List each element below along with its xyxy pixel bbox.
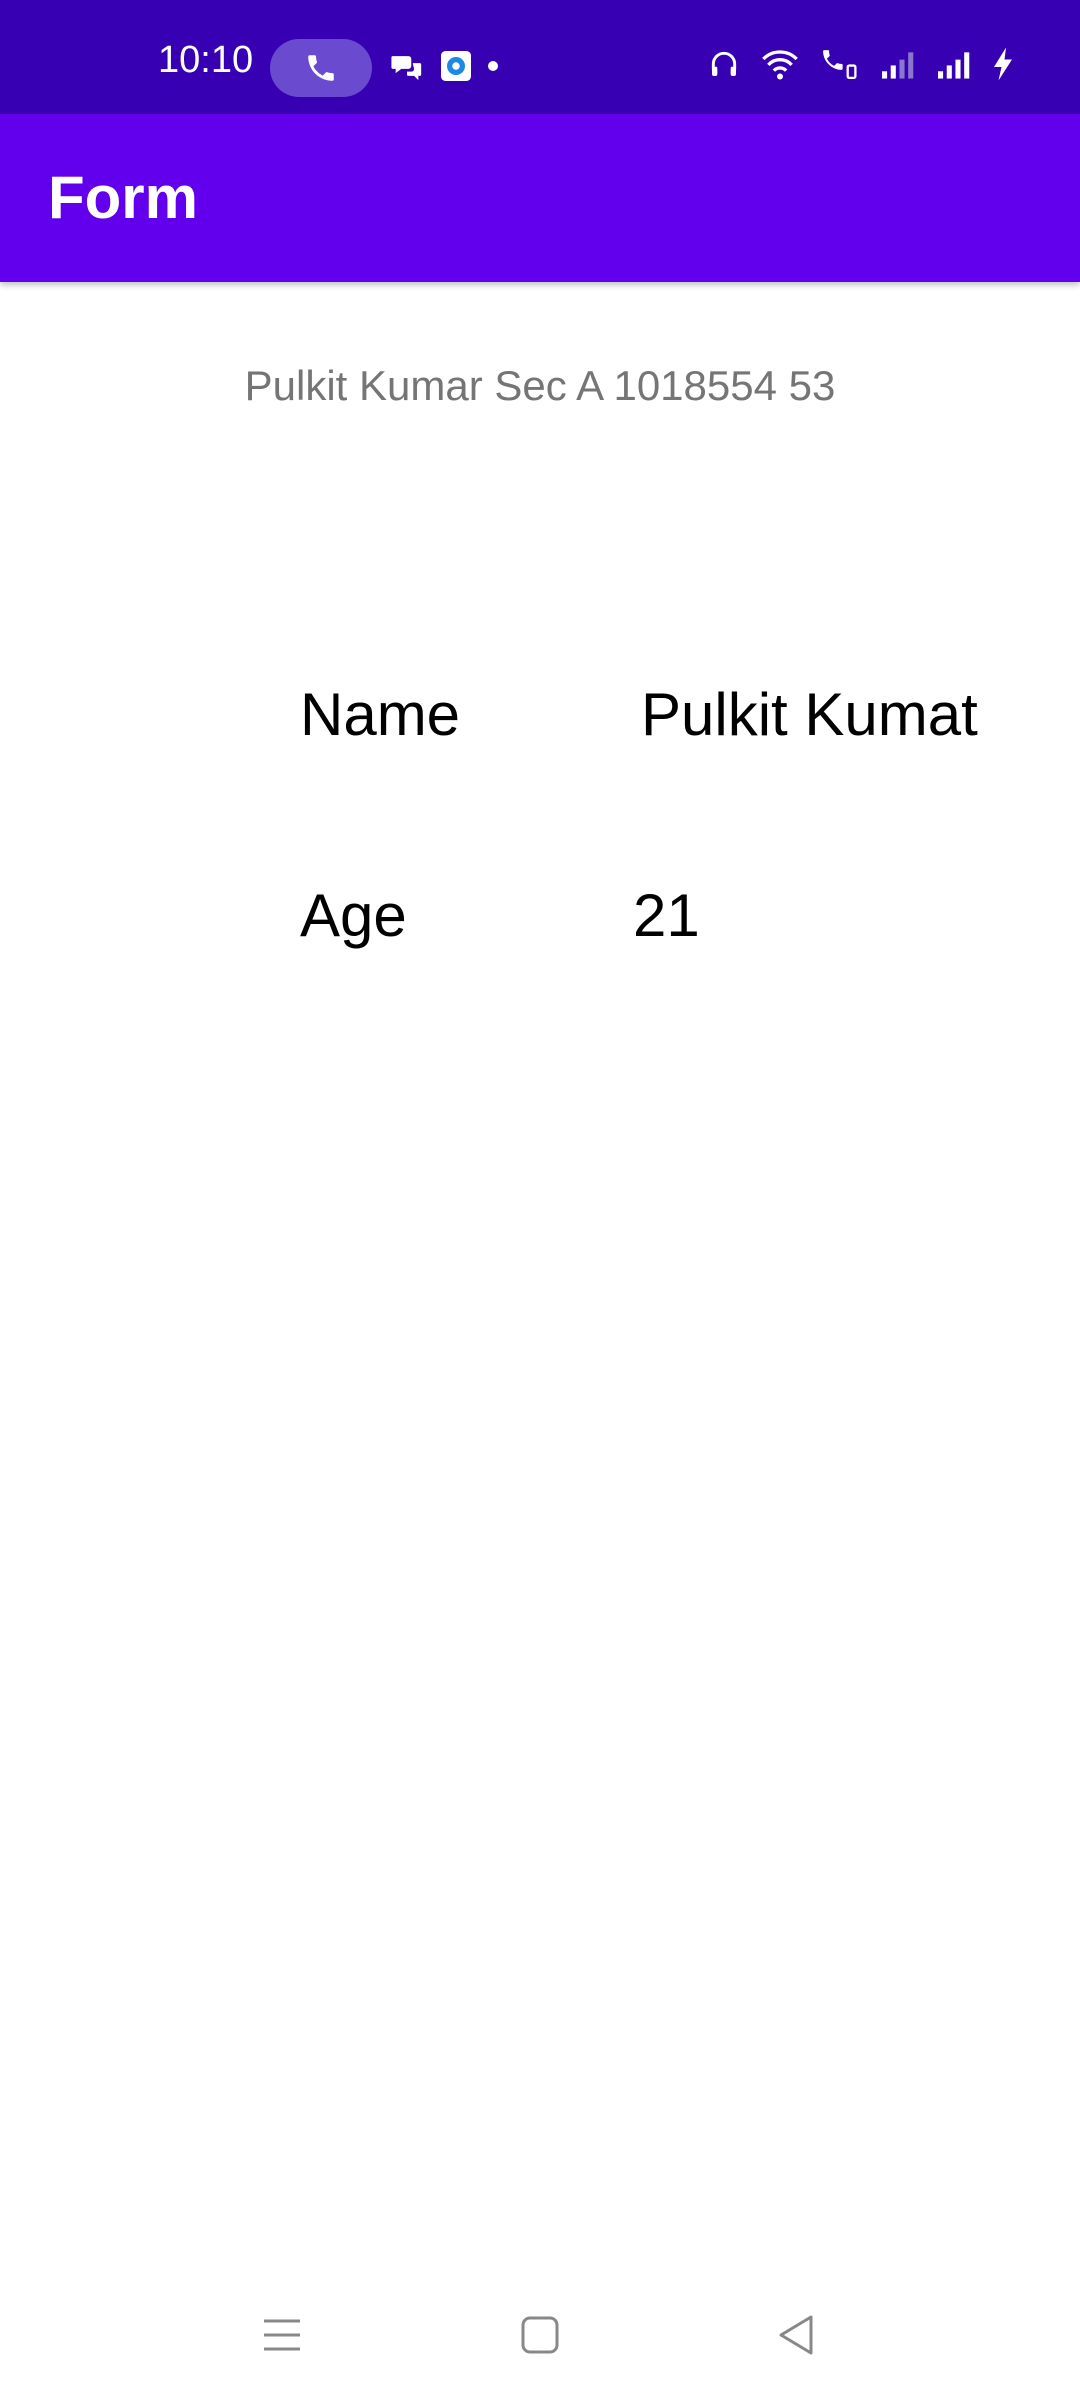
back-button[interactable] (760, 2300, 830, 2370)
name-label: Name (300, 681, 461, 748)
chat-icon (391, 56, 422, 81)
home-icon (521, 2316, 559, 2354)
wifi-icon (762, 50, 798, 80)
age-label: Age (300, 882, 407, 949)
status-bar: 10:10 (0, 0, 1080, 114)
dot-icon (488, 61, 498, 71)
menu-icon (264, 2319, 300, 2351)
navigation-bar (0, 2270, 1080, 2400)
signal-weak-icon (882, 52, 914, 79)
signal-full-icon (938, 52, 970, 79)
ongoing-call-chip[interactable] (270, 39, 372, 97)
app-notification-icon (441, 51, 471, 81)
app-bar: Form (0, 114, 1080, 282)
app-title: Form (48, 164, 198, 231)
back-icon (779, 2315, 813, 2355)
status-time: 10:10 (158, 39, 254, 81)
name-value: Pulkit Kumat (641, 681, 978, 748)
wifi-calling-icon (823, 50, 857, 79)
recent-apps-button[interactable] (247, 2300, 317, 2370)
phone-call-icon (308, 55, 334, 81)
system-status-icons (708, 46, 1014, 82)
home-button[interactable] (505, 2300, 575, 2370)
headphones-icon (711, 51, 737, 76)
age-value: 21 (633, 882, 700, 949)
notification-icons (390, 48, 498, 84)
charging-icon (994, 47, 1012, 81)
student-info-text: Pulkit Kumar Sec A 1018554 53 (244, 362, 836, 409)
